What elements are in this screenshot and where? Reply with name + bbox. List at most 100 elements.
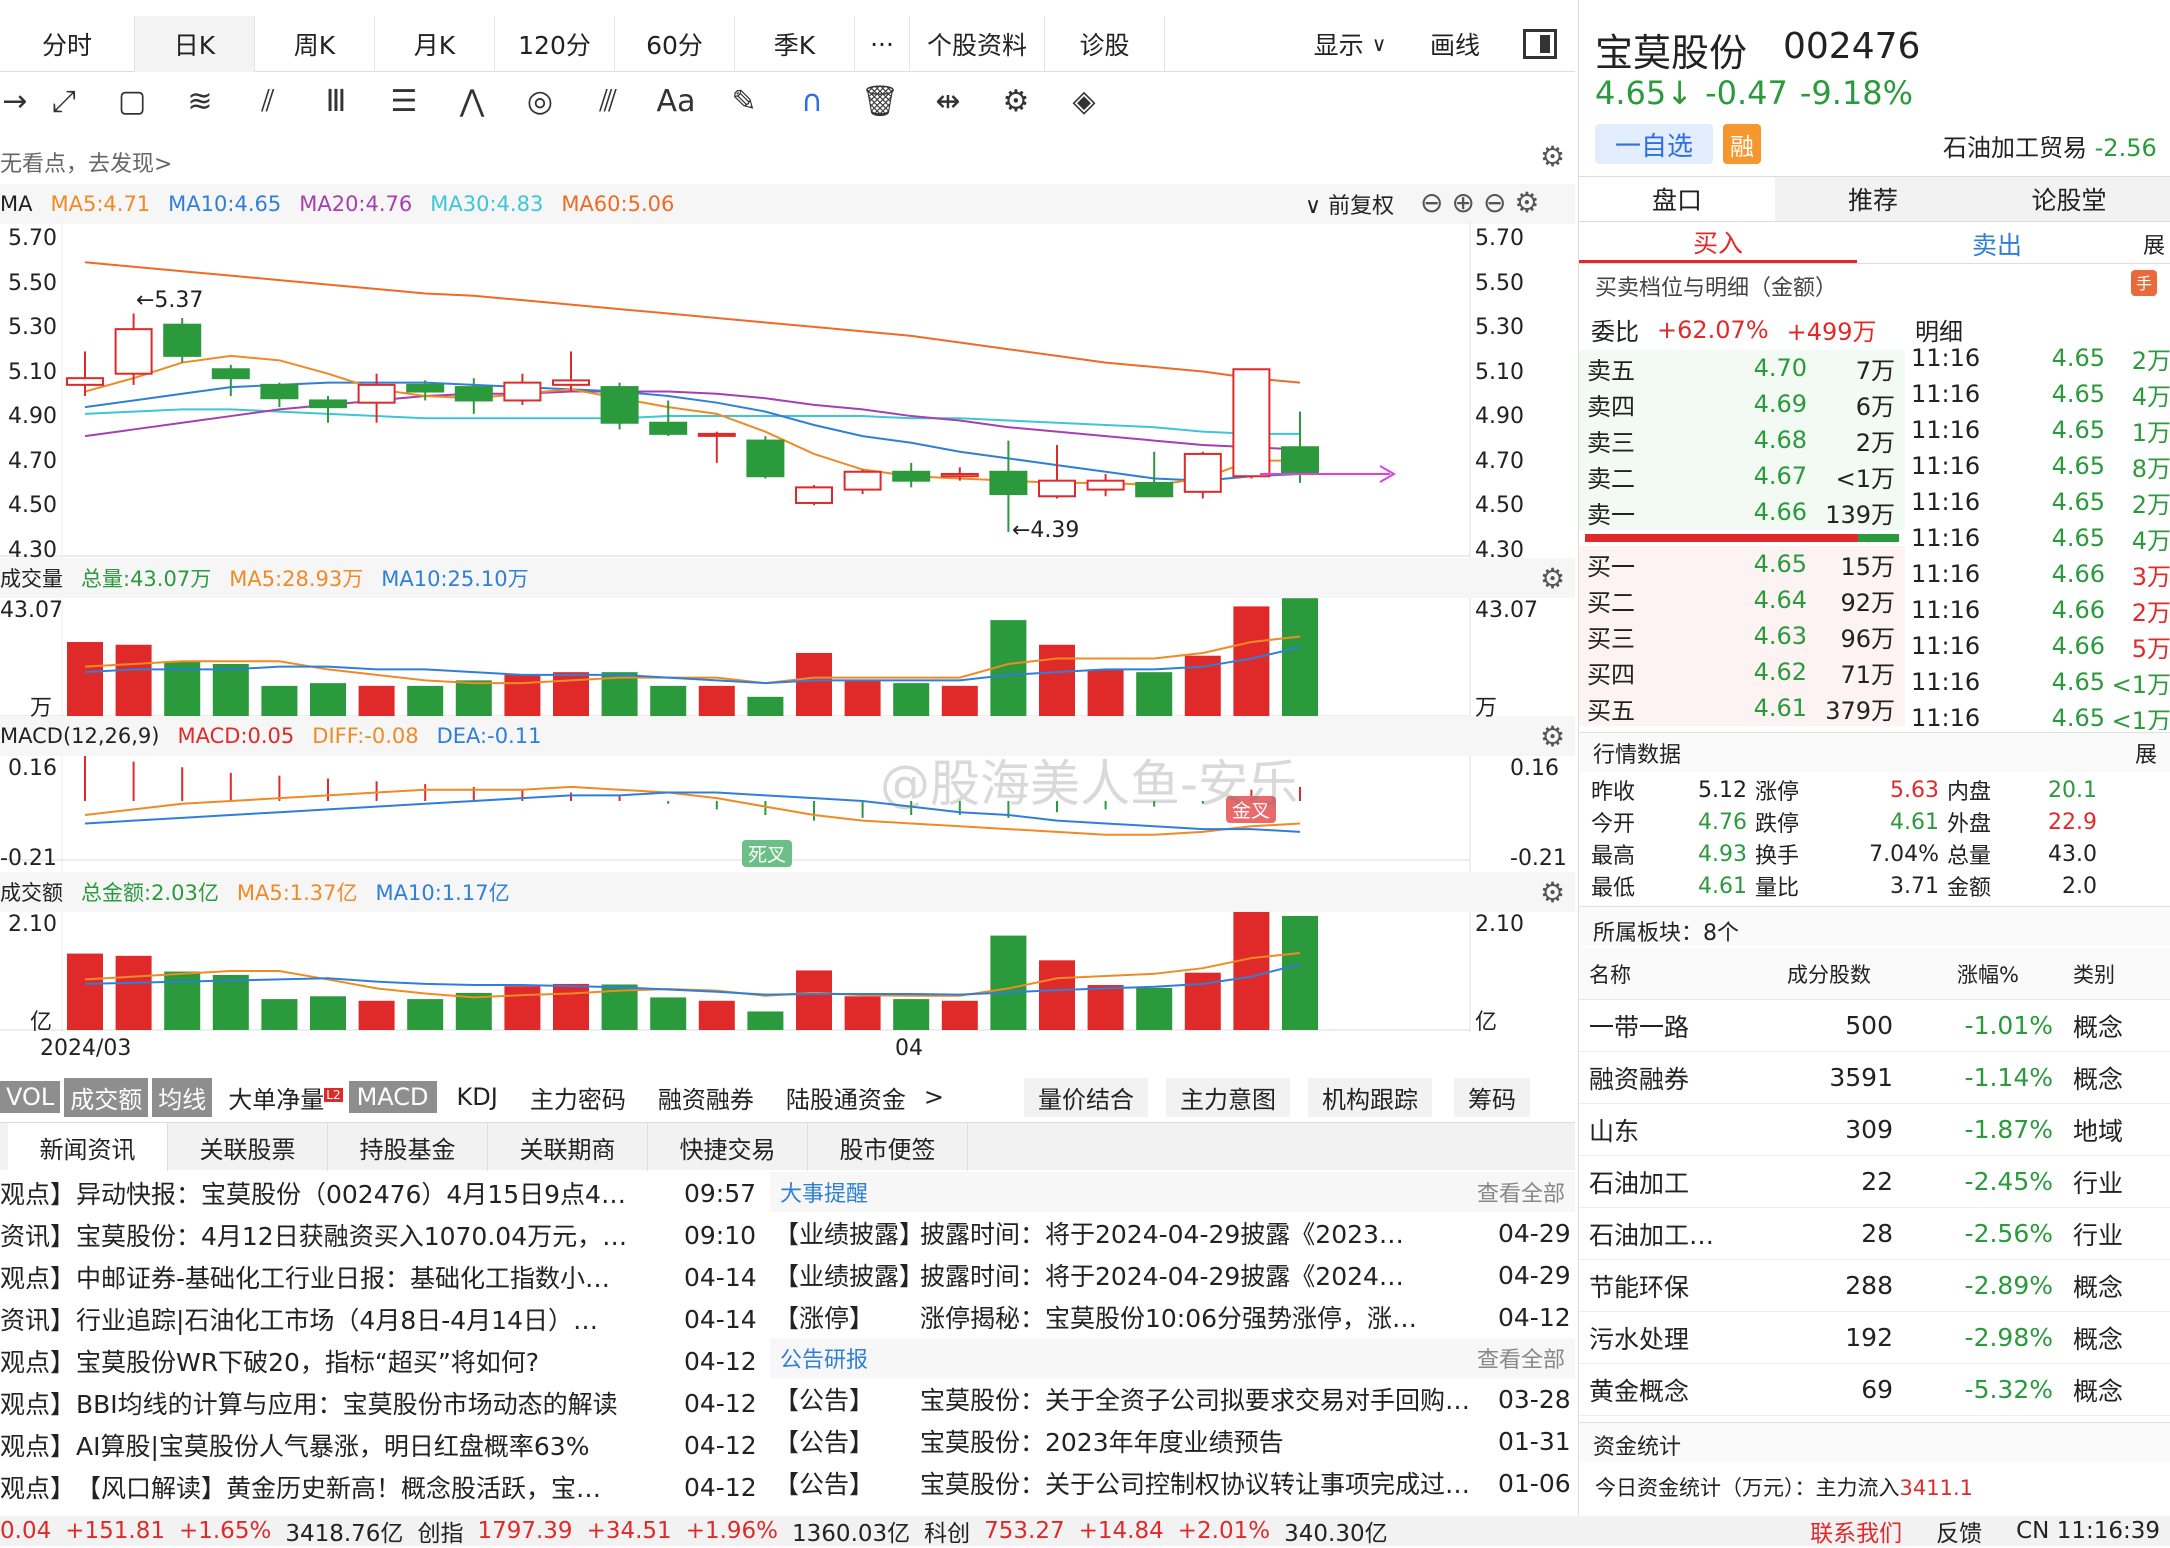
event-item[interactable]: 【业绩披露】 披露时间：将于2024-04-29披露《2023… 04-29 [770, 1212, 1575, 1254]
circle-tool-icon[interactable]: ◎ [506, 78, 574, 124]
news-tab-2[interactable]: 持股基金 [328, 1123, 488, 1171]
sell-tab[interactable]: 卖出 [1857, 224, 2137, 263]
ind-tab-margin[interactable]: 融资融券 [658, 1080, 754, 1115]
volume-bar[interactable] [1282, 598, 1318, 716]
display-menu-button[interactable]: 显示 ∨ [1295, 16, 1405, 72]
volume-bar[interactable] [1136, 672, 1173, 716]
volume-bar[interactable] [1087, 669, 1124, 716]
amount-bar[interactable] [1233, 912, 1270, 1030]
sector-row[interactable]: 节能环保 288 -2.89% 概念 [1579, 1260, 2170, 1312]
amount-bar[interactable] [455, 992, 492, 1030]
amount-bar[interactable] [407, 999, 444, 1030]
news-tab-0[interactable]: 新闻资讯 [8, 1123, 168, 1171]
order-level[interactable]: 卖五 4.70 7万 [1579, 350, 1905, 386]
candle-body[interactable] [600, 386, 639, 424]
text-tool-icon[interactable]: Aa [642, 78, 710, 124]
volume-gear-icon[interactable]: ⚙ [1540, 562, 1565, 595]
sector-tag[interactable]: 石油加工贸易 -2.56 [1943, 128, 2157, 163]
adjust-select[interactable]: ∨ 前复权 [1305, 188, 1394, 220]
amount-bar[interactable] [504, 986, 541, 1030]
hand-icon[interactable]: 手 [2131, 270, 2157, 296]
amount-bar[interactable] [990, 935, 1027, 1030]
amount-bar[interactable] [164, 971, 201, 1030]
volume-bar[interactable] [796, 652, 832, 716]
add-watchlist-button[interactable]: 一自选 [1595, 124, 1713, 164]
amount-bar[interactable] [115, 955, 152, 1030]
tab-chips[interactable]: 筹码 [1453, 1077, 1530, 1117]
candle-body[interactable] [1135, 481, 1174, 498]
order-level[interactable]: 卖三 4.68 2万 [1579, 422, 1905, 458]
cycle-tool-icon[interactable]: Ⅲ [302, 78, 370, 124]
tab-institution[interactable]: 机构跟踪 [1307, 1077, 1432, 1117]
sector-row[interactable]: 污水处理 192 -2.98% 概念 [1579, 1312, 2170, 1364]
news-item[interactable]: 资讯】 宝莫股份：4月12日获融资买入1070.04万元，… 09:10 [0, 1214, 762, 1256]
volume-bar[interactable] [67, 642, 103, 716]
candle-body[interactable] [746, 439, 785, 478]
volume-bar[interactable] [212, 663, 249, 716]
news-item[interactable]: 观点】 异动快报：宝莫股份（002476）4月15日9点4… 09:57 [0, 1172, 762, 1214]
settings-gear-icon[interactable]: ⚙ [982, 78, 1050, 124]
candle-body[interactable] [649, 421, 688, 435]
event-item[interactable]: 【公告】 宝莫股份：关于公司控制权协议转让事项完成过… 01-06 [770, 1462, 1575, 1504]
news-item[interactable]: 资讯】 行业追踪|石油化工市场（4月8日-4月14日）… 04-14 [0, 1298, 762, 1340]
fan-tool-icon[interactable]: ≋ [166, 78, 234, 124]
sidebar-toggle-icon[interactable] [1505, 16, 1575, 72]
tab-timeshare[interactable]: 分时 [0, 16, 135, 72]
sector-row[interactable]: 石油加工 22 -2.45% 行业 [1579, 1156, 2170, 1208]
candle-body[interactable] [357, 383, 396, 404]
amount-bar[interactable] [747, 1011, 784, 1030]
amount-bar[interactable] [212, 974, 249, 1030]
event-item[interactable]: 【公告】 宝莫股份：关于全资子公司拟要求交易对手回购… 03-28 [770, 1378, 1575, 1420]
ind-tab-northbound[interactable]: 陆股通资金 [786, 1080, 906, 1115]
candle-body[interactable] [1086, 479, 1125, 491]
candle-body[interactable] [552, 379, 590, 386]
tab-forum[interactable]: 论股堂 [1971, 177, 2167, 221]
fib-tool-icon[interactable]: ☰ [370, 78, 438, 124]
candle-body[interactable] [1183, 452, 1222, 493]
volume-bar[interactable] [941, 685, 978, 716]
amount-bar[interactable] [1282, 915, 1318, 1030]
amount-bar[interactable] [1087, 985, 1124, 1030]
amount-bar[interactable] [698, 1000, 735, 1030]
amount-bar[interactable] [67, 953, 103, 1030]
amount-bar[interactable] [650, 997, 687, 1030]
ind-tab-macd[interactable]: MACD [348, 1081, 437, 1113]
candle-body[interactable] [309, 399, 347, 409]
rect-tool-icon[interactable]: ▢ [98, 78, 166, 124]
amount-bar[interactable] [1136, 987, 1173, 1030]
ma-gear-icon[interactable]: ⚙ [1514, 186, 1547, 219]
tab-diagnose[interactable]: 诊股 [1045, 16, 1165, 72]
line-tool-icon[interactable]: ⤢ [30, 78, 98, 124]
tab-recommend[interactable]: 推荐 [1775, 177, 1971, 221]
candle-body[interactable] [1232, 368, 1271, 478]
volume-bar[interactable] [1039, 644, 1075, 716]
tab-quarter-k[interactable]: 季K [735, 16, 855, 72]
sector-row[interactable]: 一带一路 500 -1.01% 概念 [1579, 1000, 2170, 1052]
ind-tab-big-order[interactable]: 大单净量 L2 [228, 1080, 343, 1115]
tab-stock-profile[interactable]: 个股资料 [910, 16, 1045, 72]
order-level[interactable]: 卖一 4.66 139万 [1579, 494, 1905, 530]
amount-bar[interactable] [358, 1000, 395, 1030]
event-item[interactable]: 【公告】 宝莫股份：2023年年度业绩预告 01-31 [770, 1420, 1575, 1462]
layers-icon[interactable]: ◈ [1050, 78, 1118, 124]
amount-bar[interactable] [553, 983, 589, 1030]
amount-bar[interactable] [1039, 960, 1075, 1030]
channel-tool-icon[interactable]: ⫽ [234, 78, 302, 124]
macd-gear-icon[interactable]: ⚙ [1540, 720, 1565, 753]
candle-body[interactable] [940, 473, 979, 478]
amount-gear-icon[interactable]: ⚙ [1540, 876, 1565, 909]
sector-col-header[interactable]: 涨幅% [1903, 959, 2063, 989]
buy-tab[interactable]: 买入 [1579, 224, 1857, 263]
volume-bar[interactable] [358, 685, 395, 716]
news-item[interactable]: 观点】 【风口解读】黄金历史新高！概念股活跃，宝… 04-12 [0, 1466, 762, 1508]
volume-bar[interactable] [261, 685, 298, 716]
events-header-view-all[interactable]: 查看全部 [1477, 1176, 1565, 1208]
candle-body[interactable] [211, 368, 250, 380]
news-tab-3[interactable]: 关联期商 [488, 1123, 648, 1171]
order-level[interactable]: 卖二 4.67 <1万 [1579, 458, 1905, 494]
eraser-icon[interactable]: ✎ [710, 78, 778, 124]
tab-120min[interactable]: 120分 [495, 16, 615, 72]
sector-row[interactable]: 黄金概念 69 -5.32% 概念 [1579, 1364, 2170, 1416]
candle-body[interactable] [1281, 446, 1319, 475]
candle-body[interactable] [503, 381, 542, 402]
